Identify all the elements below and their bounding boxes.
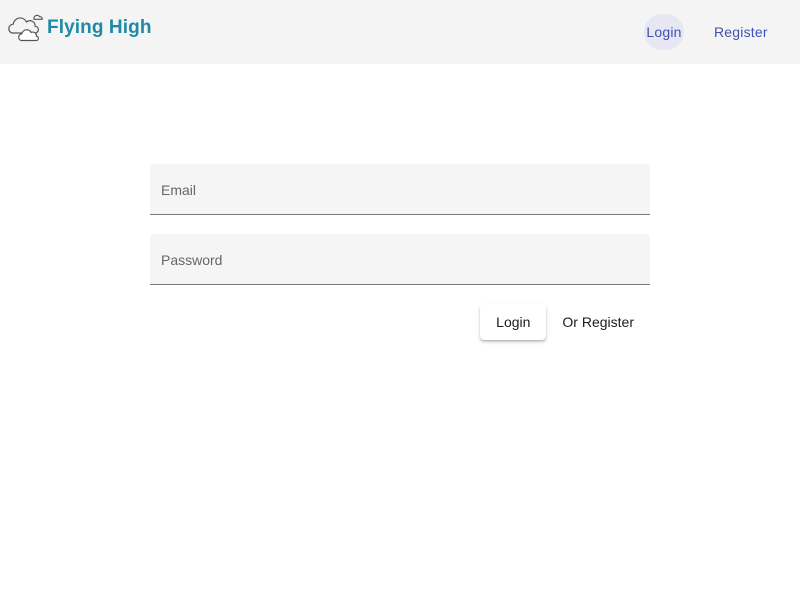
login-button[interactable]: Login (480, 304, 547, 340)
password-field-container (150, 234, 650, 285)
password-field[interactable] (150, 234, 650, 284)
form-actions: Login Or Register (480, 304, 650, 340)
brand-logo[interactable]: Flying High (6, 11, 152, 43)
email-field[interactable] (150, 164, 650, 214)
nav-login-link[interactable]: Login (644, 14, 684, 50)
top-navbar: Flying High Login Register (0, 0, 800, 64)
email-field-container (150, 164, 650, 215)
brand-name: Flying High (47, 17, 152, 38)
cloud-icon (8, 14, 43, 42)
login-form: Login Or Register (150, 164, 650, 340)
or-register-button[interactable]: Or Register (546, 304, 650, 340)
nav-register-link[interactable]: Register (714, 14, 768, 50)
